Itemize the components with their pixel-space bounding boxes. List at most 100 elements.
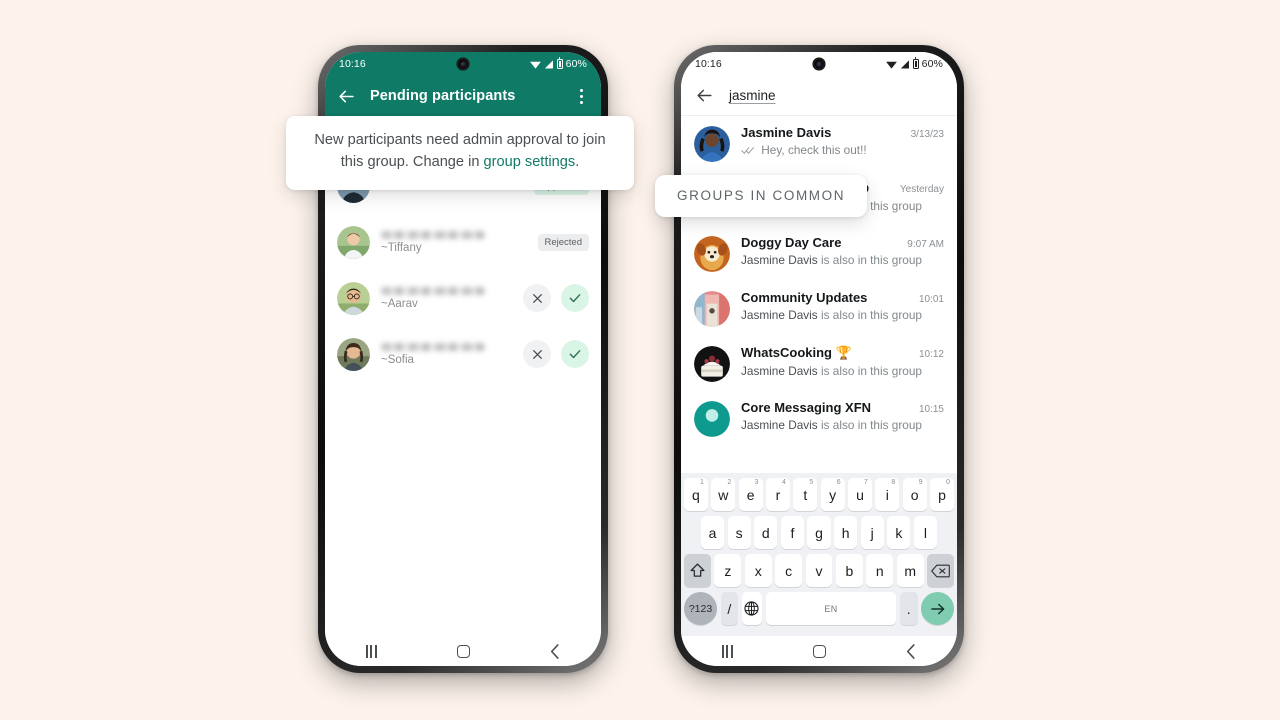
group-subtitle: Jasmine Davis is also in this group xyxy=(741,364,944,378)
avatar xyxy=(694,401,730,437)
nav-bar-left xyxy=(325,636,601,666)
avatar xyxy=(337,225,370,259)
key-t-superscript: 5 xyxy=(809,479,814,486)
key-n[interactable]: n xyxy=(866,554,894,587)
group-name: Core Messaging XFN xyxy=(741,400,872,415)
key-o[interactable]: 9o xyxy=(902,478,927,511)
group-header: Core Messaging XFN 10:15 xyxy=(741,400,944,415)
key-w[interactable]: 2w xyxy=(711,478,736,511)
contact-info: Jasmine Davis 3/13/23 Hey, check this ou… xyxy=(741,125,944,157)
home-icon[interactable] xyxy=(443,636,483,666)
list-item-group[interactable]: Doggy Day Care 9:07 AM Jasmine Davis is … xyxy=(681,226,957,281)
back-icon[interactable] xyxy=(535,636,575,666)
key-p[interactable]: 0p xyxy=(930,478,954,511)
list-item-group[interactable]: WhatsCooking 🏆 10:12 Jasmine Davis is al… xyxy=(681,336,957,391)
back-icon[interactable] xyxy=(891,636,931,666)
group-time: 10:01 xyxy=(918,294,944,305)
list-item-group[interactable]: Core Messaging XFN 10:15 Jasmine Davis i… xyxy=(681,391,957,446)
space-key[interactable]: EN xyxy=(765,592,897,625)
reject-icon[interactable] xyxy=(523,340,551,368)
key-s[interactable]: s xyxy=(727,516,751,549)
key-slash[interactable]: / xyxy=(720,592,739,625)
group-info: WhatsCooking 🏆 10:12 Jasmine Davis is al… xyxy=(741,345,944,378)
backspace-icon[interactable] xyxy=(927,554,955,587)
key-i[interactable]: 8i xyxy=(875,478,900,511)
send-arrow-icon[interactable] xyxy=(921,592,954,625)
globe-icon[interactable] xyxy=(741,592,763,625)
participant-pushname: ~Aarav xyxy=(381,297,418,310)
double-check-icon xyxy=(741,147,754,154)
group-time: 9:07 AM xyxy=(907,239,944,250)
accept-icon[interactable] xyxy=(561,340,589,368)
key-r[interactable]: 4r xyxy=(766,478,790,511)
key-b[interactable]: b xyxy=(835,554,863,587)
home-icon[interactable] xyxy=(799,636,839,666)
participant-actions xyxy=(523,340,589,368)
status-time: 10:16 xyxy=(695,58,722,70)
key-q[interactable]: 1q xyxy=(684,478,708,511)
group-subtitle-rest: is also in this group xyxy=(817,253,922,267)
tooltip-text-after: . xyxy=(575,153,580,170)
key-v[interactable]: v xyxy=(805,554,833,587)
group-subtitle: Jasmine Davis is also in this group xyxy=(741,253,944,267)
phone-right: 10:16 60% jasmine Jasmine Davis 3/13/23 … xyxy=(674,45,964,673)
group-settings-link[interactable]: group settings xyxy=(484,154,576,170)
back-arrow-icon[interactable] xyxy=(337,87,356,106)
key-d[interactable]: d xyxy=(754,516,778,549)
group-name: Doggy Day Care xyxy=(741,235,842,250)
table-row[interactable]: ~Tiffany Rejected xyxy=(325,214,601,270)
key-z[interactable]: z xyxy=(714,554,742,587)
participant-info: ~Aarav xyxy=(381,286,512,310)
back-arrow-icon[interactable] xyxy=(695,86,714,105)
key-x[interactable]: x xyxy=(744,554,772,587)
key-l[interactable]: l xyxy=(913,516,937,549)
battery-percent: 60% xyxy=(565,58,587,70)
app-bar-pending-participants: Pending participants xyxy=(325,76,601,116)
list-item-contact[interactable]: Jasmine Davis 3/13/23 Hey, check this ou… xyxy=(681,116,957,171)
key-c[interactable]: c xyxy=(775,554,803,587)
reject-icon[interactable] xyxy=(523,284,551,312)
key-j[interactable]: j xyxy=(860,516,884,549)
key-g[interactable]: g xyxy=(807,516,831,549)
kebab-menu-icon[interactable] xyxy=(573,87,589,105)
key-period[interactable]: . xyxy=(899,592,918,625)
wifi-icon xyxy=(529,61,541,69)
participant-actions xyxy=(523,284,589,312)
recents-icon[interactable] xyxy=(707,636,747,666)
group-time: Yesterday xyxy=(899,184,944,195)
key-e-label: e xyxy=(746,486,755,503)
nav-bar-right xyxy=(681,636,957,666)
table-row[interactable]: ~Aarav xyxy=(325,270,601,326)
status-icons: 60% xyxy=(529,57,587,70)
group-subtitle-name: Jasmine Davis xyxy=(741,364,818,378)
symbols-key[interactable]: ?123 xyxy=(684,592,717,625)
key-e[interactable]: 3e xyxy=(738,478,763,511)
participant-phone-number-redacted xyxy=(381,342,485,351)
recents-icon[interactable] xyxy=(351,636,391,666)
key-a[interactable]: a xyxy=(701,516,725,549)
key-h[interactable]: h xyxy=(834,516,858,549)
key-k[interactable]: k xyxy=(887,516,911,549)
keyboard-row-1: 1q 2w 3e 4r 5t 6y 7u 8i 9o 0p xyxy=(684,478,954,511)
status-bar-right: 10:16 60% xyxy=(681,52,957,76)
key-e-superscript: 3 xyxy=(754,479,759,486)
wifi-icon xyxy=(885,61,897,69)
group-subtitle-rest: is also in this group xyxy=(817,308,922,322)
key-m[interactable]: m xyxy=(896,554,924,587)
search-input[interactable]: jasmine xyxy=(729,88,776,103)
key-t[interactable]: 5t xyxy=(793,478,818,511)
shift-icon[interactable] xyxy=(684,554,711,587)
table-row[interactable]: ~Sofia xyxy=(325,326,601,382)
key-y[interactable]: 6y xyxy=(820,478,845,511)
avatar xyxy=(337,337,370,371)
key-f[interactable]: f xyxy=(780,516,804,549)
status-icons: 60% xyxy=(885,57,943,70)
accept-icon[interactable] xyxy=(561,284,589,312)
camera-punchhole xyxy=(456,57,470,71)
participant-pushname: ~Tiffany xyxy=(381,241,422,254)
list-item-group[interactable]: Community Updates 10:01 Jasmine Davis is… xyxy=(681,281,957,336)
group-subtitle-name: Jasmine Davis xyxy=(741,253,818,267)
key-u[interactable]: 7u xyxy=(848,478,872,511)
key-p-superscript: 0 xyxy=(946,479,950,486)
key-o-superscript: 9 xyxy=(918,479,923,486)
